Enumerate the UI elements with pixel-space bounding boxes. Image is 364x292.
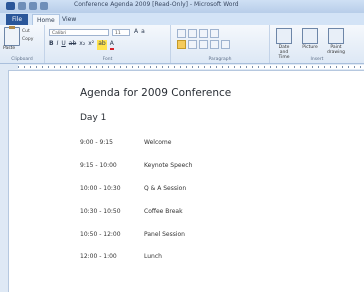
agenda-item: Lunch <box>144 253 162 260</box>
strikethrough-icon[interactable]: ab <box>69 40 77 50</box>
align-right-icon[interactable] <box>199 40 208 49</box>
agenda-row: 10:30 - 10:50 Coffee Break <box>80 208 183 215</box>
bullets-icon[interactable] <box>199 29 208 38</box>
bold-icon[interactable]: B <box>49 40 54 50</box>
agenda-row: 12:00 - 1:00 Lunch <box>80 253 162 260</box>
italic-icon[interactable]: I <box>57 40 59 50</box>
window-title: Conference Agenda 2009 [Read-Only] - Mic… <box>74 1 239 8</box>
redo-icon[interactable] <box>40 2 48 10</box>
font-grow-row: A a <box>134 28 145 36</box>
shrink-font-icon[interactable]: a <box>141 28 145 36</box>
agenda-item: Keynote Speech <box>144 162 193 169</box>
copy-button[interactable]: Copy <box>22 37 33 42</box>
grow-font-icon[interactable]: A <box>134 28 138 36</box>
clipboard-group: Paste Cut Copy Clipboard <box>0 25 45 63</box>
list-row <box>177 29 219 38</box>
agenda-item: Q & A Session <box>144 185 187 192</box>
wordpad-window: Conference Agenda 2009 [Read-Only] - Mic… <box>0 0 364 292</box>
app-menu-icon[interactable] <box>6 2 15 10</box>
font-size-select[interactable]: 11 <box>112 29 130 36</box>
justify-icon[interactable] <box>210 40 219 49</box>
horizontal-ruler[interactable] <box>0 64 364 71</box>
agenda-item: Panel Session <box>144 231 185 238</box>
agenda-row: 9:00 - 9:15 Welcome <box>80 139 171 146</box>
ribbon: Paste Cut Copy Clipboard Calibri 11 A a … <box>0 25 364 64</box>
paragraph-group-label: Paragraph <box>208 57 232 62</box>
paint-brush-icon <box>328 28 344 44</box>
tab-view[interactable]: View <box>58 14 80 25</box>
font-group-label: Font <box>102 57 113 62</box>
align-left-icon[interactable] <box>177 40 186 49</box>
agenda-item: Welcome <box>144 139 172 146</box>
file-tab[interactable]: File <box>6 14 28 25</box>
cut-button[interactable]: Cut <box>22 29 30 34</box>
ribbon-tabs: File Home View <box>0 13 364 26</box>
line-spacing-icon[interactable] <box>210 29 219 38</box>
calendar-icon <box>276 28 292 44</box>
highlight-icon[interactable]: ab <box>97 40 107 50</box>
font-family-select[interactable]: Calibri <box>49 29 109 36</box>
agenda-time: 9:00 - 9:15 <box>80 139 113 146</box>
paste-icon[interactable] <box>4 26 20 46</box>
agenda-time: 10:30 - 10:50 <box>80 208 121 215</box>
clipboard-group-label: Clipboard <box>11 57 33 62</box>
subscript-icon[interactable]: x₂ <box>79 40 85 50</box>
document-page[interactable] <box>9 71 364 292</box>
paragraph-dialog-icon[interactable] <box>221 40 230 49</box>
agenda-row: 10:00 - 10:30 Q & A Session <box>80 185 186 192</box>
font-color-icon[interactable]: A <box>109 40 114 50</box>
paste-button[interactable]: Paste <box>3 46 15 51</box>
agenda-time: 12:00 - 1:00 <box>80 253 117 260</box>
agenda-row: 9:15 - 10:00 Keynote Speech <box>80 162 192 169</box>
underline-icon[interactable]: U <box>61 40 65 50</box>
quick-access-toolbar <box>6 2 48 10</box>
agenda-time: 10:50 - 12:00 <box>80 231 121 238</box>
insert-group-label: Insert <box>310 57 324 62</box>
superscript-icon[interactable]: x² <box>88 40 94 50</box>
insert-group: Date and Time Picture Paint drawing Inse… <box>270 25 364 63</box>
picture-icon <box>302 28 318 44</box>
decrease-indent-icon[interactable] <box>177 29 186 38</box>
format-row: B I U ab x₂ x² ab A <box>49 40 114 50</box>
align-row <box>177 40 230 49</box>
paint-drawing-button[interactable]: Paint drawing <box>326 28 346 55</box>
document-title: Agenda for 2009 Conference <box>80 87 232 99</box>
date-time-button[interactable]: Date and Time <box>274 28 294 60</box>
undo-icon[interactable] <box>29 2 37 10</box>
font-group: Calibri 11 A a B I U ab x₂ x² ab A Font <box>45 25 171 63</box>
agenda-row: 10:50 - 12:00 Panel Session <box>80 231 185 238</box>
align-center-icon[interactable] <box>188 40 197 49</box>
agenda-time: 9:15 - 10:00 <box>80 162 117 169</box>
increase-indent-icon[interactable] <box>188 29 197 38</box>
document-day-heading: Day 1 <box>80 113 107 123</box>
save-icon[interactable] <box>18 2 26 10</box>
title-bar: Conference Agenda 2009 [Read-Only] - Mic… <box>0 0 364 13</box>
insert-picture-button[interactable]: Picture <box>300 28 320 50</box>
paragraph-group: Paragraph <box>171 25 270 63</box>
agenda-item: Coffee Break <box>144 208 183 215</box>
vertical-ruler <box>0 70 9 292</box>
agenda-time: 10:00 - 10:30 <box>80 185 121 192</box>
